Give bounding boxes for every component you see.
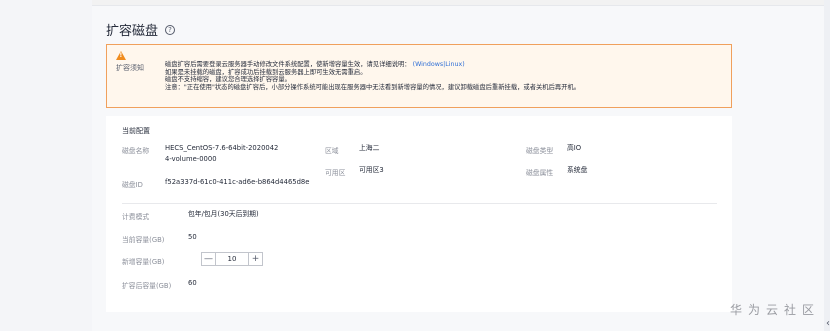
new-capacity-label: 新增容量(GB) bbox=[122, 258, 165, 266]
section-divider bbox=[122, 203, 717, 204]
notice-line-3: 磁盘不支持缩容，建议您合理选择扩容容量。 bbox=[165, 76, 291, 84]
disk-id-label: 磁盘ID bbox=[122, 181, 143, 189]
disk-id-value: f52a337d-61c0-411c-ad6e-b864d4465d8e bbox=[165, 178, 310, 186]
current-capacity-value: 50 bbox=[188, 233, 197, 241]
increment-button[interactable]: + bbox=[248, 253, 262, 265]
notice-body: 磁盘扩容后需要登录云服务器手动修改文件系统配置，使新增容量生效，请见详细说明： … bbox=[165, 61, 580, 91]
after-capacity-label: 扩容后容量(GB) bbox=[122, 282, 172, 290]
disk-type-value: 高IO bbox=[567, 144, 582, 152]
az-label: 可用区 bbox=[325, 169, 346, 177]
notice-line-4: 注意："正在使用"状态的磁盘扩容后，小部分操作系统可能出现在服务器中无法看到新增… bbox=[165, 83, 581, 91]
warning-triangle-icon bbox=[116, 51, 126, 60]
chevron-left-icon[interactable]: ‹ bbox=[826, 318, 830, 329]
watermark-text: 华为云社区 bbox=[729, 303, 820, 317]
disk-name-line-2: 4-volume-0000 bbox=[165, 155, 217, 163]
notice-line-1-text: 磁盘扩容后需要登录云服务器手动修改文件系统配置，使新增容量生效，请见详细说明： bbox=[165, 61, 411, 68]
question-circle-icon[interactable]: ? bbox=[165, 24, 176, 35]
top-bar bbox=[92, 0, 824, 6]
region-value: 上海二 bbox=[359, 144, 380, 152]
config-card: 当前配置 磁盘名称 HECS_CentOS-7.6-64bit-2020042 … bbox=[106, 116, 732, 312]
billing-mode-value: 包年/包月(30天后到期) bbox=[188, 210, 259, 218]
link-close-paren: ) bbox=[462, 61, 465, 68]
page-header: 扩容磁盘 ? bbox=[106, 20, 176, 39]
disk-attr-value: 系统盘 bbox=[567, 166, 588, 174]
page-title: 扩容磁盘 bbox=[106, 24, 159, 39]
expansion-notice: 扩容须知 磁盘扩容后需要登录云服务器手动修改文件系统配置，使新增容量生效，请见详… bbox=[106, 44, 732, 108]
linux-link[interactable]: Linux bbox=[445, 61, 462, 68]
notice-label: 扩容须知 bbox=[116, 64, 144, 72]
windows-link[interactable]: Windows bbox=[415, 61, 443, 68]
az-value: 可用区3 bbox=[359, 166, 384, 174]
disk-name-line-1: HECS_CentOS-7.6-64bit-2020042 bbox=[165, 144, 279, 152]
disk-type-label: 磁盘类型 bbox=[526, 147, 554, 155]
current-config-title: 当前配置 bbox=[122, 127, 150, 135]
decrement-button[interactable]: — bbox=[202, 253, 216, 265]
new-capacity-stepper[interactable]: — 10 + bbox=[201, 252, 263, 266]
current-capacity-label: 当前容量(GB) bbox=[122, 236, 165, 244]
left-margin bbox=[0, 0, 92, 331]
disk-attr-label: 磁盘属性 bbox=[526, 169, 554, 177]
after-capacity-value: 60 bbox=[188, 279, 197, 287]
expand-disk-page: 扩容磁盘 ? 扩容须知 磁盘扩容后需要登录云服务器手动修改文件系统配置，使新增容… bbox=[92, 0, 824, 331]
billing-mode-label: 计费模式 bbox=[122, 213, 150, 221]
notice-line-1: 磁盘扩容后需要登录云服务器手动修改文件系统配置，使新增容量生效，请见详细说明： … bbox=[165, 61, 580, 69]
region-label: 区域 bbox=[325, 147, 339, 155]
new-capacity-input[interactable]: 10 bbox=[216, 255, 248, 263]
disk-name-label: 磁盘名称 bbox=[122, 147, 150, 155]
